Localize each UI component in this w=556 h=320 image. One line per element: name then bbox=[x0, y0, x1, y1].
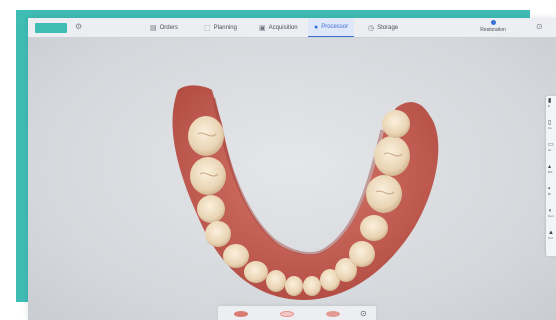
tooth-left-6 bbox=[244, 261, 268, 283]
tab-storage-label: Storage bbox=[377, 24, 399, 31]
tooth-right-3 bbox=[366, 175, 402, 213]
gear-icon[interactable]: ⚙ bbox=[75, 22, 82, 32]
processor-icon: ● bbox=[314, 23, 319, 31]
side-tool-panel: ▮ E ▯ Cu ▭ Al ▴ Dis ▪ Bi ◖ Con ▲ Col bbox=[546, 96, 556, 256]
restoration-label: Restoration bbox=[480, 27, 506, 33]
side-tool-align-label: Al bbox=[548, 148, 551, 152]
tooth-front-2 bbox=[303, 276, 321, 296]
acquisition-icon: ▣ bbox=[259, 24, 266, 32]
both-jaws-view[interactable] bbox=[280, 311, 294, 317]
tab-acquisition-label: Acquisition bbox=[268, 24, 298, 31]
tooth-front-1 bbox=[285, 276, 303, 296]
side-tool-color-label: Col bbox=[548, 236, 553, 240]
upper-jaw-view[interactable] bbox=[234, 311, 248, 317]
tooth-left-2 bbox=[190, 157, 226, 195]
orders-icon: ▤ bbox=[150, 24, 157, 32]
tooth-right-2 bbox=[374, 136, 410, 176]
settings-icon[interactable]: ⊙ bbox=[360, 309, 367, 318]
tooth-right-5 bbox=[349, 241, 375, 267]
planning-icon: ⬚ bbox=[204, 24, 211, 32]
tab-orders[interactable]: ▤ Orders bbox=[144, 18, 184, 37]
lower-jaw-view[interactable] bbox=[326, 311, 340, 317]
top-toolbar: ⚙ ▤ Orders ⬚ Planning ▣ Acquisition ● Pr… bbox=[28, 18, 556, 38]
side-tool-color[interactable]: ▲ Col bbox=[548, 230, 556, 240]
side-tool-cut[interactable]: ▯ Cu bbox=[548, 120, 556, 130]
side-tool-contact[interactable]: ◖ Con bbox=[548, 208, 556, 218]
tooth-right-1 bbox=[382, 110, 410, 138]
scanner-app-window: ⚙ ▤ Orders ⬚ Planning ▣ Acquisition ● Pr… bbox=[28, 18, 556, 320]
bottom-view-bar: ⊙ bbox=[218, 306, 376, 320]
side-tool-cut-label: Cu bbox=[548, 126, 552, 130]
tab-planning[interactable]: ⬚ Planning bbox=[198, 18, 243, 37]
3d-viewport[interactable]: ▮ E ▯ Cu ▭ Al ▴ Dis ▪ Bi ◖ Con ▲ Col bbox=[28, 38, 556, 320]
tab-processor[interactable]: ● Processor bbox=[308, 18, 355, 37]
lower-jaw-scan-model[interactable] bbox=[28, 38, 556, 320]
side-tool-distance[interactable]: ▴ Dis bbox=[548, 164, 556, 174]
tooth-right-4 bbox=[360, 215, 388, 241]
tab-orders-label: Orders bbox=[159, 24, 178, 31]
app-logo bbox=[35, 23, 67, 33]
side-tool-distance-label: Dis bbox=[548, 170, 553, 174]
tab-acquisition[interactable]: ▣ Acquisition bbox=[253, 18, 304, 37]
tooth-left-4 bbox=[205, 221, 231, 247]
side-tool-edit[interactable]: ▮ E bbox=[548, 98, 556, 108]
tab-processor-label: Processor bbox=[321, 24, 349, 30]
side-tool-align[interactable]: ▭ Al bbox=[548, 142, 556, 152]
storage-icon: ◷ bbox=[368, 24, 375, 32]
side-tool-bite[interactable]: ▪ Bi bbox=[548, 186, 556, 196]
tab-storage[interactable]: ◷ Storage bbox=[362, 18, 404, 37]
menu-icon[interactable]: ⊙ bbox=[536, 22, 543, 32]
tooth-left-5 bbox=[223, 244, 249, 268]
restoration-button[interactable]: Restoration bbox=[473, 20, 513, 36]
restoration-icon bbox=[490, 20, 496, 25]
side-tool-edit-label: E bbox=[548, 104, 551, 108]
tooth-left-7 bbox=[266, 270, 286, 292]
side-tool-bite-label: Bi bbox=[548, 192, 551, 196]
tooth-left-1 bbox=[188, 116, 224, 156]
side-tool-contact-label: Con bbox=[548, 214, 554, 218]
tooth-left-3 bbox=[197, 195, 225, 223]
tab-planning-label: Planning bbox=[213, 24, 237, 31]
